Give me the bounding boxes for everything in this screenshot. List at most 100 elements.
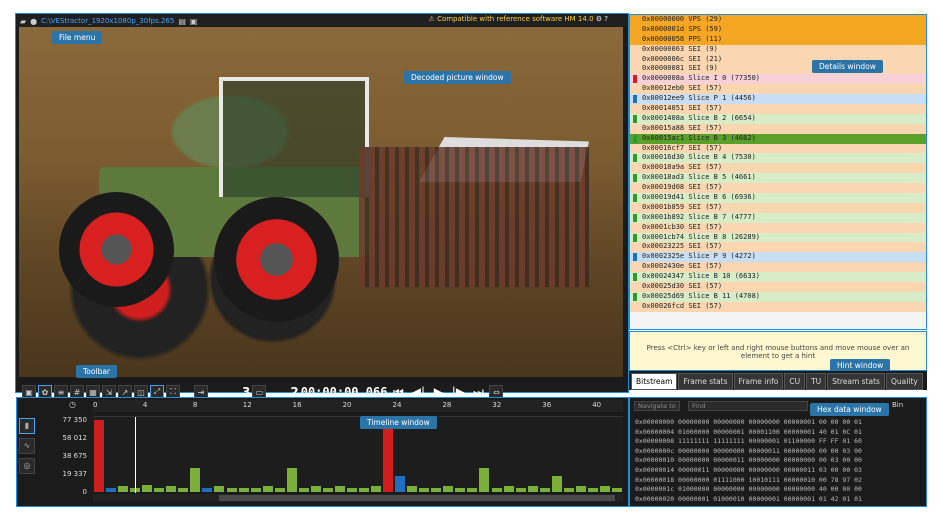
file-name[interactable]: C:\VEStractor_1920x1080p_30fps.265 — [41, 17, 174, 25]
navigate-input[interactable]: Navigate to — [634, 401, 680, 411]
hex-row[interactable]: 0x00000010 00000000 00000011 00000000 00… — [630, 456, 920, 466]
details-row[interactable]: 0x00026fcd SEI (57) — [630, 301, 926, 312]
details-row[interactable]: 0x00012ee9 Slice P 1 (4456) — [630, 94, 926, 105]
bin-mode[interactable]: Bin — [892, 401, 903, 409]
details-row[interactable]: 0x00019d41 Slice B 6 (6936) — [630, 193, 926, 203]
frame-bar[interactable] — [166, 485, 177, 492]
frame-bar[interactable] — [178, 487, 189, 492]
gear-icon[interactable]: ⚙ — [596, 15, 602, 23]
clock-icon[interactable]: ◷ — [69, 400, 76, 409]
details-row[interactable]: 0x00025d30 SEI (57) — [630, 282, 926, 292]
details-row[interactable]: 0x0002325e Slice P 9 (4272) — [630, 252, 926, 263]
frame-bar[interactable] — [346, 487, 357, 492]
frame-bar[interactable] — [611, 487, 622, 492]
scroll-thumb[interactable] — [219, 495, 615, 501]
details-row[interactable]: 0x0000001d SPS (59) — [630, 24, 926, 35]
frame-bar[interactable] — [274, 487, 285, 492]
frame-bar[interactable] — [190, 467, 201, 492]
frame-bar[interactable] — [118, 485, 129, 492]
frame-bar[interactable] — [527, 485, 538, 492]
hex-row[interactable]: 0x00000008 11111111 11111111 00000001 01… — [630, 437, 920, 447]
details-row[interactable]: 0x0001408a Slice B 2 (6654) — [630, 113, 926, 124]
frame-bar[interactable] — [539, 487, 550, 492]
details-row[interactable]: 0x00019d08 SEI (57) — [630, 183, 926, 194]
folder-icon[interactable]: ▰ — [20, 17, 26, 26]
frame-bar[interactable] — [479, 467, 490, 492]
timeline-scrollbar[interactable] — [93, 494, 623, 502]
hex-row[interactable]: 0x00000000 00000000 00000000 00000000 00… — [630, 418, 920, 428]
details-row[interactable]: 0x00015ac1 Slice B 3 (4662) — [630, 133, 926, 144]
details-row[interactable]: 0x00012eb0 SEI (57) — [630, 84, 926, 95]
details-row[interactable]: 0x00018a9a SEI (57) — [630, 163, 926, 174]
frame-bar[interactable] — [599, 485, 610, 492]
details-row[interactable]: 0x00000000 VPS (29) — [630, 15, 926, 25]
graph-view-icon[interactable]: ∿ — [19, 438, 35, 454]
details-row[interactable]: 0x00018ad3 Slice B 5 (4661) — [630, 173, 926, 184]
details-row[interactable]: 0x00024347 Slice B 10 (6633) — [630, 272, 926, 283]
details-row[interactable]: 0x0001b859 SEI (57) — [630, 202, 926, 213]
timeline-axis[interactable]: 0 4 8 12 16 20 24 28 32 36 40 — [93, 400, 623, 412]
tab-stream-stats[interactable]: Stream stats — [827, 373, 885, 390]
help-icon[interactable]: ? — [604, 15, 608, 23]
details-row[interactable]: 0x00000063 SEI (9) — [630, 44, 926, 55]
frame-bar[interactable] — [383, 420, 394, 492]
frame-bar[interactable] — [154, 487, 165, 492]
hex-row[interactable]: 0x00000020 00000001 01000010 00000001 00… — [630, 495, 920, 505]
frame-bar[interactable] — [491, 487, 502, 492]
tab-frame-stats[interactable]: Frame stats — [678, 373, 733, 390]
tab-bitstream[interactable]: Bitstream — [631, 373, 678, 390]
tab-frame-info[interactable]: Frame info — [733, 373, 784, 390]
frame-bar[interactable] — [575, 485, 586, 492]
details-row[interactable]: 0x00023225 SEI (57) — [630, 242, 926, 253]
find-input[interactable]: Find — [688, 401, 808, 411]
hex-row[interactable]: 0x0000000c 00000000 00000000 00000011 00… — [630, 447, 920, 457]
copy-icon[interactable]: ▤ — [178, 17, 186, 26]
frame-bar[interactable] — [443, 485, 454, 492]
frame-bar[interactable] — [106, 487, 117, 492]
frame-bar[interactable] — [467, 487, 478, 492]
frame-bar[interactable] — [286, 467, 297, 492]
details-row[interactable]: 0x00015a88 SEI (57) — [630, 123, 926, 134]
tab-tu[interactable]: TU — [806, 373, 827, 390]
tab-quality[interactable]: Quality — [885, 373, 923, 390]
details-row[interactable]: 0x00016d30 Slice B 4 (7530) — [630, 153, 926, 164]
frame-bar[interactable] — [563, 487, 574, 492]
decoded-picture[interactable] — [19, 27, 623, 377]
frame-bar[interactable] — [142, 485, 153, 492]
details-row[interactable]: 0x00016cf7 SEI (57) — [630, 143, 926, 154]
details-row[interactable]: 0x0001b892 Slice B 7 (4777) — [630, 212, 926, 223]
details-row[interactable]: 0x00000058 PPS (11) — [630, 34, 926, 45]
details-row[interactable]: 0x00025d69 Slice B 11 (4708) — [630, 291, 926, 302]
playhead[interactable] — [135, 417, 137, 493]
frame-bar[interactable] — [395, 475, 406, 492]
frame-bar[interactable] — [551, 476, 562, 492]
frame-bar[interactable] — [587, 487, 598, 492]
hex-row[interactable]: 0x00000018 00000000 01111000 10010111 00… — [630, 476, 920, 486]
hex-row[interactable]: 0x00000004 01000000 00000001 00001100 00… — [630, 428, 920, 438]
frame-bar[interactable] — [431, 487, 442, 492]
frame-bar[interactable] — [214, 485, 225, 492]
frame-bar[interactable] — [515, 487, 526, 492]
settings-view-icon[interactable]: ◎ — [19, 458, 35, 474]
frame-bar[interactable] — [503, 485, 514, 492]
frame-bar[interactable] — [419, 487, 430, 492]
frame-bar[interactable] — [407, 485, 418, 492]
frame-bar[interactable] — [322, 487, 333, 492]
open-folder-icon[interactable]: ▣ — [190, 17, 198, 26]
details-row[interactable]: 0x0000008a Slice I 0 (77350) — [630, 74, 926, 85]
frame-bar[interactable] — [202, 488, 213, 492]
frame-bar[interactable] — [455, 487, 466, 492]
frame-bar[interactable] — [298, 487, 309, 492]
frame-bar[interactable] — [94, 420, 105, 492]
frame-bar[interactable] — [371, 485, 382, 492]
frame-size-bars[interactable] — [93, 416, 623, 493]
frame-bar[interactable] — [310, 485, 321, 492]
frame-bar[interactable] — [262, 485, 273, 492]
frame-bar[interactable] — [238, 487, 249, 492]
frame-bar[interactable] — [359, 487, 370, 492]
bars-view-icon[interactable]: ▮ — [19, 418, 35, 434]
frame-bar[interactable] — [334, 485, 345, 492]
tab-cu[interactable]: CU — [784, 373, 806, 390]
frame-bar[interactable] — [226, 487, 237, 492]
hex-row[interactable]: 0x00000014 00000011 00000000 00000000 00… — [630, 466, 920, 476]
